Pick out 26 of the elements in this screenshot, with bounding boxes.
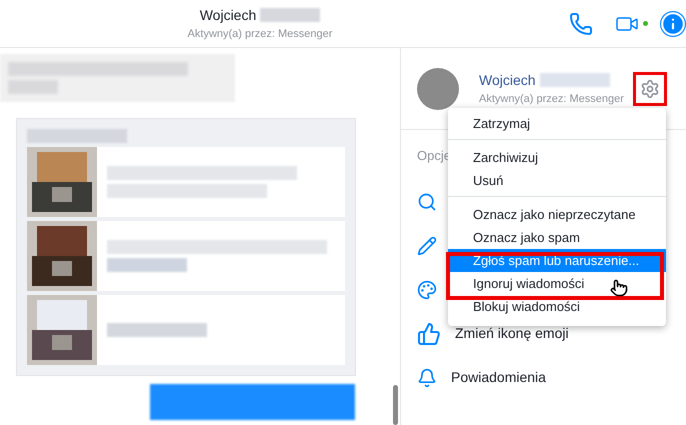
option-label[interactable]: Zmień ikonę emoji <box>455 323 569 344</box>
menu-item[interactable]: Oznacz jako nieprzeczytane <box>448 203 666 226</box>
thumbs-up-icon <box>417 322 441 346</box>
hand-cursor-icon <box>610 278 628 298</box>
scrollbar <box>393 385 398 425</box>
pencil-icon <box>417 236 437 256</box>
menu-item[interactable]: Zatrzymaj <box>448 112 666 135</box>
gear-icon <box>640 79 660 99</box>
search-icon <box>417 192 437 212</box>
contact-name: Wojciech <box>200 6 256 25</box>
option-label[interactable]: Powiadomienia <box>451 367 546 388</box>
palette-icon <box>417 280 437 300</box>
avatar <box>417 68 459 110</box>
contact-status: Aktywny(a) przez: Messenger <box>188 26 332 42</box>
phone-icon <box>569 12 593 36</box>
menu-item[interactable]: Zarchiwizuj <box>448 146 666 169</box>
menu-item[interactable]: Oznacz jako spam <box>448 226 666 249</box>
profile-name: Wojciech <box>479 70 536 90</box>
redacted-text <box>540 73 610 88</box>
info-button[interactable] <box>660 10 686 36</box>
redacted-text <box>260 8 320 22</box>
bell-icon <box>417 368 437 388</box>
redacted-text <box>8 80 58 94</box>
settings-button[interactable] <box>633 72 667 106</box>
profile-status: Aktywny(a) przez: Messenger <box>479 92 624 107</box>
menu-item[interactable]: Usuń <box>448 169 666 192</box>
